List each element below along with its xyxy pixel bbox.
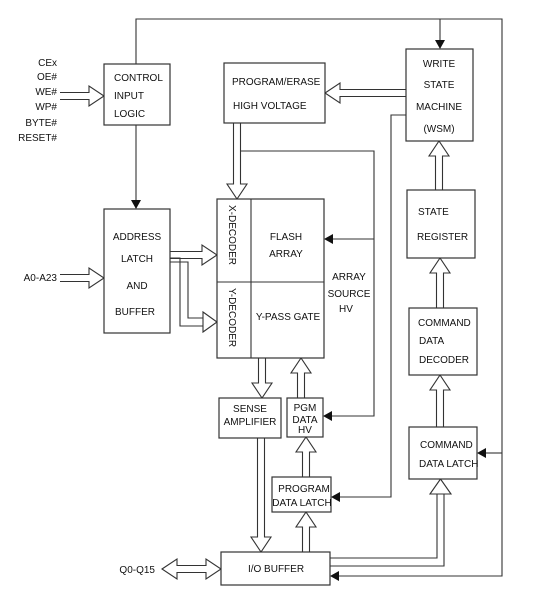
block-label: LOGIC <box>114 109 145 120</box>
data-io-bus-arrow <box>161 557 222 581</box>
pgm-data-hv-block: PGM DATA HV <box>286 397 324 438</box>
label-line: HV <box>339 304 353 315</box>
block-label: PROGRAM/ERASE <box>232 77 321 88</box>
block-label: DECODER <box>419 355 469 366</box>
decoder-to-state-register-bus-arrow <box>428 257 452 308</box>
block-label: COMMAND <box>420 440 473 451</box>
command-latch-control-arrow <box>477 448 486 458</box>
sense-to-io-bus-arrow <box>249 438 273 553</box>
io-to-program-latch-bus-arrow <box>294 511 318 552</box>
block-label: DATA LATCH <box>419 459 478 470</box>
block-label: SENSE <box>233 404 267 415</box>
block-label: I/O BUFFER <box>248 564 304 575</box>
block-label: HV <box>298 425 312 436</box>
flash-array-hv-arrow <box>324 234 333 244</box>
block-label: REGISTER <box>417 232 468 243</box>
x-decoder-label: X-DECODER <box>226 205 237 265</box>
signal-cex: CEx <box>38 58 57 69</box>
block-label: AND <box>126 281 147 292</box>
signal-reset: RESET# <box>18 133 57 144</box>
y-pass-gate-label: Y-PASS GATE <box>256 312 321 323</box>
io-buffer-block: I/O BUFFER <box>220 551 331 586</box>
control-signals-bus-arrow <box>60 84 105 108</box>
wsm-to-pe-hv-bus-arrow <box>324 81 406 105</box>
flash-array-label: ARRAY <box>269 249 303 260</box>
block-label: PGM <box>294 403 317 414</box>
block-label: LATCH <box>121 254 153 265</box>
write-state-machine-block: WRITE STATE MACHINE (WSM) <box>405 48 474 142</box>
block-label: AMPLIFIER <box>224 417 277 428</box>
label-line: ARRAY <box>332 272 366 283</box>
latch-to-decoder-bus-arrow <box>428 374 452 427</box>
block-label: (WSM) <box>423 124 454 135</box>
address-bus-arrow <box>60 266 105 290</box>
state-register-to-wsm-bus-arrow <box>427 140 451 190</box>
signal-oe: OE# <box>37 72 57 83</box>
command-data-latch-block: COMMAND DATA LATCH <box>408 426 478 480</box>
address-latch-buffer-block: ADDRESS LATCH AND BUFFER <box>103 208 171 334</box>
block-label: BUFFER <box>115 307 155 318</box>
program-erase-high-voltage-block: PROGRAM/ERASE HIGH VOLTAGE <box>223 62 326 124</box>
program-data-latch-block: PROGRAM DATA LATCH <box>271 476 332 513</box>
block-label: INPUT <box>114 91 144 102</box>
flash-memory-block-diagram: CEx OE# WE# WP# BYTE# RESET# A0-A23 Q0-Q… <box>18 18 503 586</box>
signal-wp: WP# <box>35 102 57 113</box>
block-label: WRITE <box>423 59 456 70</box>
block-label: STATE <box>424 80 455 91</box>
control-to-address-arrow <box>131 200 141 209</box>
block-label: STATE <box>418 207 449 218</box>
signal-we: WE# <box>35 87 57 98</box>
io-to-command-latch-line-b <box>330 494 445 567</box>
sense-amplifier-block: SENSE AMPLIFIER <box>218 397 282 439</box>
data-io-label: Q0-Q15 <box>119 565 155 576</box>
wsm-control-arrow <box>435 40 445 49</box>
block-label: MACHINE <box>416 102 462 113</box>
block-label: DATA LATCH <box>272 498 331 509</box>
io-to-command-latch-arrowhead <box>428 478 453 495</box>
flash-array-label: FLASH <box>270 232 302 243</box>
signal-byte: BYTE# <box>25 118 57 129</box>
block-label: ADDRESS <box>113 232 162 243</box>
io-to-command-latch-line-a <box>330 494 438 559</box>
label-line: SOURCE <box>328 289 371 300</box>
array-source-hv-label: ARRAY SOURCE HV <box>328 272 371 315</box>
command-data-decoder-block: COMMAND DATA DECODER <box>408 307 478 376</box>
control-signal-labels: CEx OE# WE# WP# BYTE# RESET# <box>18 58 57 144</box>
address-input-label: A0-A23 <box>24 273 58 284</box>
block-label: PROGRAM <box>278 484 330 495</box>
array-to-sense-bus-arrow <box>250 358 274 399</box>
block-label: HIGH VOLTAGE <box>233 101 307 112</box>
address-to-ydecoder-line-b <box>170 261 203 319</box>
program-latch-control-arrow <box>331 492 340 502</box>
y-decoder-label: Y-DECODER <box>226 288 237 347</box>
block-label: CONTROL <box>114 73 163 84</box>
program-latch-to-pgm-hv-bus-arrow <box>294 436 318 477</box>
pgm-data-hv-arrow <box>323 411 332 421</box>
address-to-ydecoder-arrowhead <box>202 310 218 334</box>
block-label: COMMAND <box>418 318 471 329</box>
flash-array-block: X-DECODER Y-DECODER FLASH ARRAY Y-PASS G… <box>216 198 325 359</box>
pe-hv-to-xdecoder-bus-arrow <box>225 123 249 200</box>
control-input-logic-block: CONTROL INPUT LOGIC <box>103 63 171 126</box>
block-label: DATA <box>419 336 445 347</box>
address-to-ydecoder-line-a <box>170 257 203 327</box>
state-register-block: STATE REGISTER <box>406 189 476 259</box>
io-buffer-control-arrow <box>330 571 339 581</box>
pgm-hv-to-ypass-bus-arrow <box>289 357 313 398</box>
